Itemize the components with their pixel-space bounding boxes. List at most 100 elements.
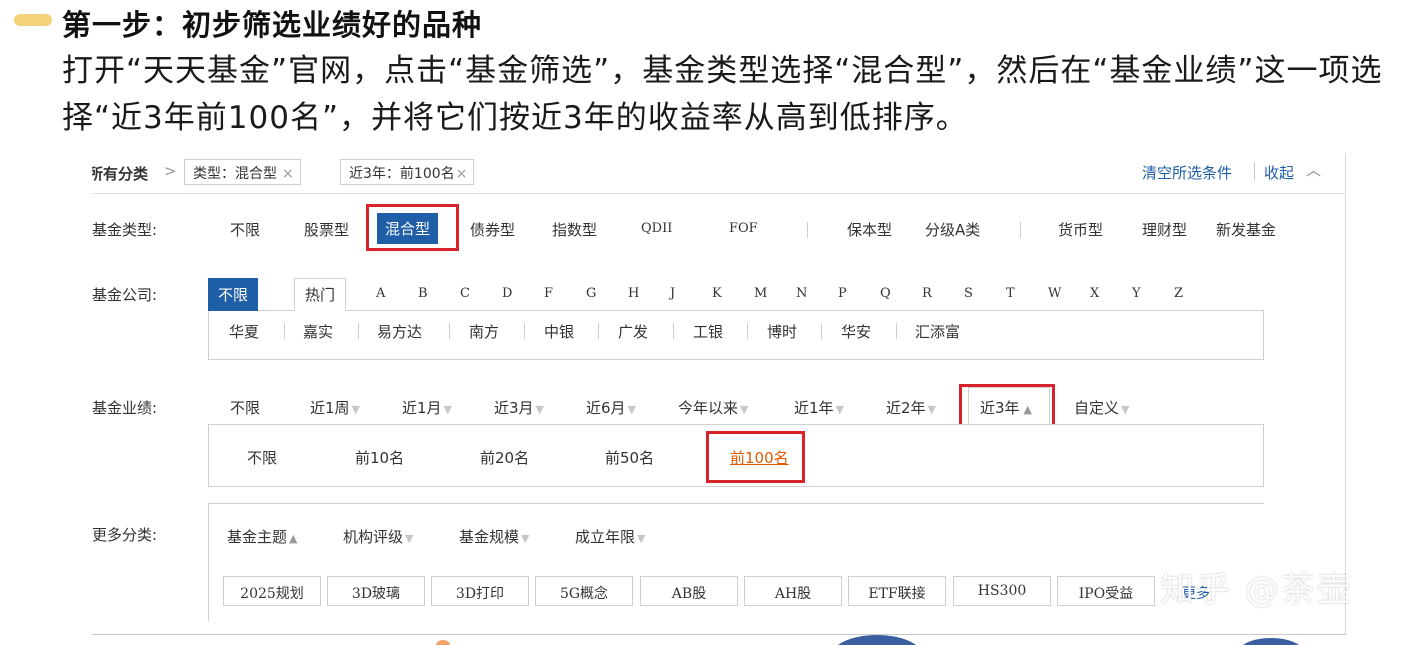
theme-tag[interactable]: AB股 [640, 576, 738, 606]
chevron-down-icon: ▼ [1121, 403, 1130, 416]
divider [673, 323, 674, 339]
performance-option[interactable]: 今年以来 ▼ [678, 397, 748, 418]
chevron-down-icon: ▼ [443, 403, 453, 416]
rank-option[interactable]: 前20名 [480, 447, 529, 468]
company-item[interactable]: 华安 [841, 321, 871, 342]
performance-option[interactable]: 不限 [230, 397, 260, 418]
company-letter[interactable]: G [586, 286, 596, 301]
company-letter[interactable]: N [796, 286, 807, 301]
divider [896, 323, 897, 339]
company-letter[interactable]: Q [880, 286, 891, 301]
company-letter[interactable]: Y [1132, 286, 1141, 301]
company-item[interactable]: 易方达 [377, 321, 422, 342]
divider [598, 323, 599, 339]
company-letter[interactable]: P [838, 286, 847, 301]
decorative-shape [436, 640, 450, 645]
divider [1254, 162, 1255, 180]
clear-conditions-link[interactable]: 清空所选条件 [1142, 162, 1232, 183]
company-item[interactable]: 汇添富 [915, 321, 960, 342]
company-letter[interactable]: T [1006, 286, 1015, 301]
company-letter[interactable]: H [628, 286, 639, 301]
divider [449, 323, 450, 339]
divider [92, 193, 1345, 194]
chevron-down-icon: ▼ [835, 403, 845, 416]
performance-option[interactable]: 自定义 ▼ [1074, 397, 1129, 418]
performance-option[interactable]: 近1周 ▼ [310, 397, 360, 418]
theme-tag[interactable]: 2025规划 [223, 576, 321, 606]
fund-type-option[interactable]: 货币型 [1058, 219, 1103, 240]
theme-tag[interactable]: 3D打印 [431, 576, 529, 606]
company-letter[interactable]: M [754, 286, 767, 301]
company-letter[interactable]: F [544, 286, 553, 301]
company-item[interactable]: 华夏 [229, 321, 259, 342]
chevron-up-icon[interactable]: ︿ [1306, 159, 1321, 180]
fund-type-option[interactable]: FOF [729, 221, 758, 236]
theme-tag[interactable]: AH股 [744, 576, 842, 606]
performance-option[interactable]: 近1月 ▼ [402, 397, 452, 418]
divider [807, 222, 808, 238]
company-letter[interactable]: A [376, 286, 385, 301]
company-item[interactable]: 中银 [544, 321, 574, 342]
remove-chip-icon[interactable]: × [456, 166, 468, 182]
performance-option[interactable]: 近2年 ▼ [886, 397, 936, 418]
theme-tab-selected[interactable]: 基金主题 ▲ [227, 526, 297, 547]
performance-option[interactable]: 近1年 ▼ [794, 397, 844, 418]
theme-tag[interactable]: 3D玻璃 [327, 576, 425, 606]
fund-type-option[interactable]: 债券型 [470, 219, 515, 240]
fund-type-option[interactable]: 理财型 [1142, 219, 1187, 240]
step-title: 第一步：初步筛选业绩好的品种 [62, 8, 483, 42]
theme-tag[interactable]: 5G概念 [535, 576, 633, 606]
company-item[interactable]: 嘉实 [303, 321, 333, 342]
fund-filter-panel: 所有分类 > 类型：混合型 × 近3年：前100名× 清空所选条件 收起 ︿ 基金… [92, 153, 1346, 635]
filter-chip-type[interactable]: 类型：混合型 × [184, 159, 301, 185]
theme-tab[interactable]: 成立年限 ▼ [575, 526, 645, 547]
rank-option[interactable]: 前10名 [355, 447, 404, 468]
rank-option[interactable]: 不限 [247, 447, 277, 468]
company-letter[interactable]: Z [1174, 286, 1183, 301]
fund-type-option[interactable]: 指数型 [552, 219, 597, 240]
company-letter[interactable]: D [502, 286, 512, 301]
filter-chip-performance[interactable]: 近3年：前100名× [340, 159, 475, 185]
divider [524, 323, 525, 339]
company-letter[interactable]: W [1048, 286, 1061, 301]
theme-tab[interactable]: 基金规模 ▼ [459, 526, 529, 547]
divider [284, 323, 285, 339]
more-categories-label: 更多分类: [92, 526, 158, 544]
fund-type-option[interactable]: 新发基金 [1216, 219, 1276, 240]
fund-type-option[interactable]: 股票型 [304, 219, 349, 240]
company-letter[interactable]: X [1090, 286, 1099, 301]
chevron-down-icon: ▼ [351, 403, 361, 416]
remove-chip-icon[interactable]: × [282, 166, 294, 182]
rank-option[interactable]: 前50名 [605, 447, 654, 468]
performance-option[interactable]: 近6月 ▼ [586, 397, 636, 418]
company-tab-hot[interactable]: 热门 [294, 278, 347, 311]
divider [747, 323, 748, 339]
fund-type-option[interactable]: 分级A类 [925, 219, 980, 240]
theme-tag[interactable]: ETF联接 [848, 576, 946, 606]
divider [821, 323, 822, 339]
company-item[interactable]: 工银 [693, 321, 723, 342]
fund-type-option[interactable]: 不限 [230, 219, 260, 240]
theme-tab[interactable]: 机构评级 ▼ [343, 526, 413, 547]
performance-option[interactable]: 近3月 ▼ [494, 397, 544, 418]
highlight-box [706, 431, 805, 483]
chevron-up-icon: ▲ [289, 532, 298, 545]
collapse-link[interactable]: 收起 [1264, 162, 1294, 183]
theme-tag[interactable]: IPO受益 [1057, 576, 1155, 606]
company-item[interactable]: 博时 [767, 321, 797, 342]
company-letter[interactable]: K [712, 286, 722, 301]
company-letter[interactable]: B [418, 286, 428, 301]
company-item[interactable]: 广发 [618, 321, 648, 342]
fund-type-option[interactable]: 保本型 [847, 219, 892, 240]
fund-company-label: 基金公司: [92, 286, 158, 304]
company-letter[interactable]: J [670, 286, 675, 301]
company-tab-all[interactable]: 不限 [208, 278, 259, 311]
theme-tag[interactable]: HS300 [953, 576, 1051, 606]
fund-type-label: 基金类型: [92, 221, 158, 239]
company-letter[interactable]: S [964, 286, 973, 301]
fund-type-option[interactable]: QDII [641, 221, 672, 236]
company-item[interactable]: 南方 [469, 321, 499, 342]
company-letter[interactable]: C [460, 286, 470, 301]
company-letter[interactable]: R [922, 286, 932, 301]
decorative-shape [832, 635, 922, 645]
